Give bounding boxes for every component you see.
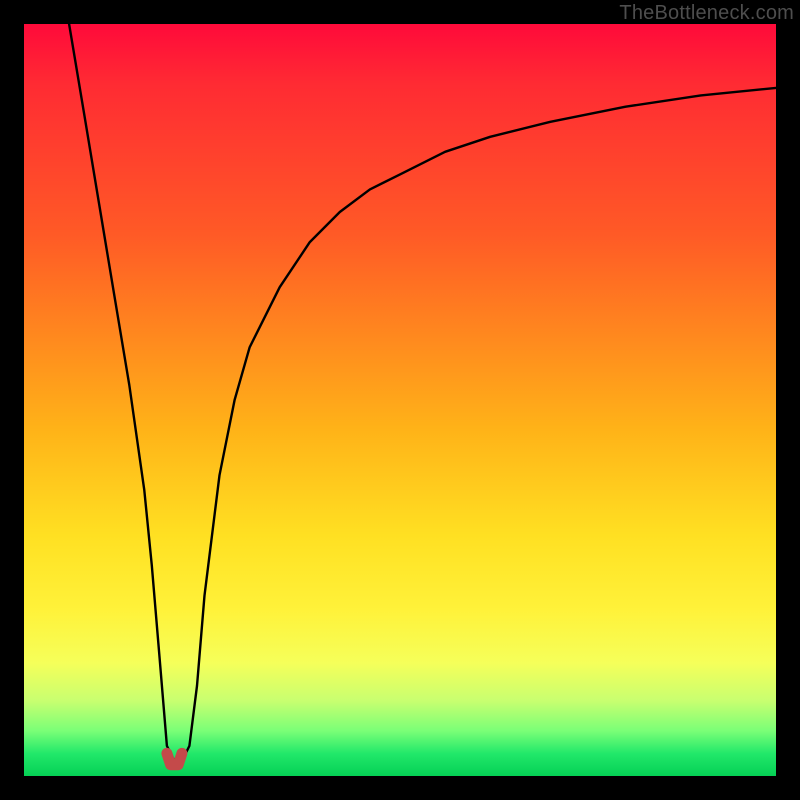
gradient-plot-area	[24, 24, 776, 776]
watermark-text: TheBottleneck.com	[619, 2, 794, 25]
chart-frame: TheBottleneck.com	[0, 0, 800, 800]
curve-path	[69, 24, 776, 761]
bottleneck-curve	[24, 24, 776, 776]
highlight-minimum	[167, 753, 182, 764]
